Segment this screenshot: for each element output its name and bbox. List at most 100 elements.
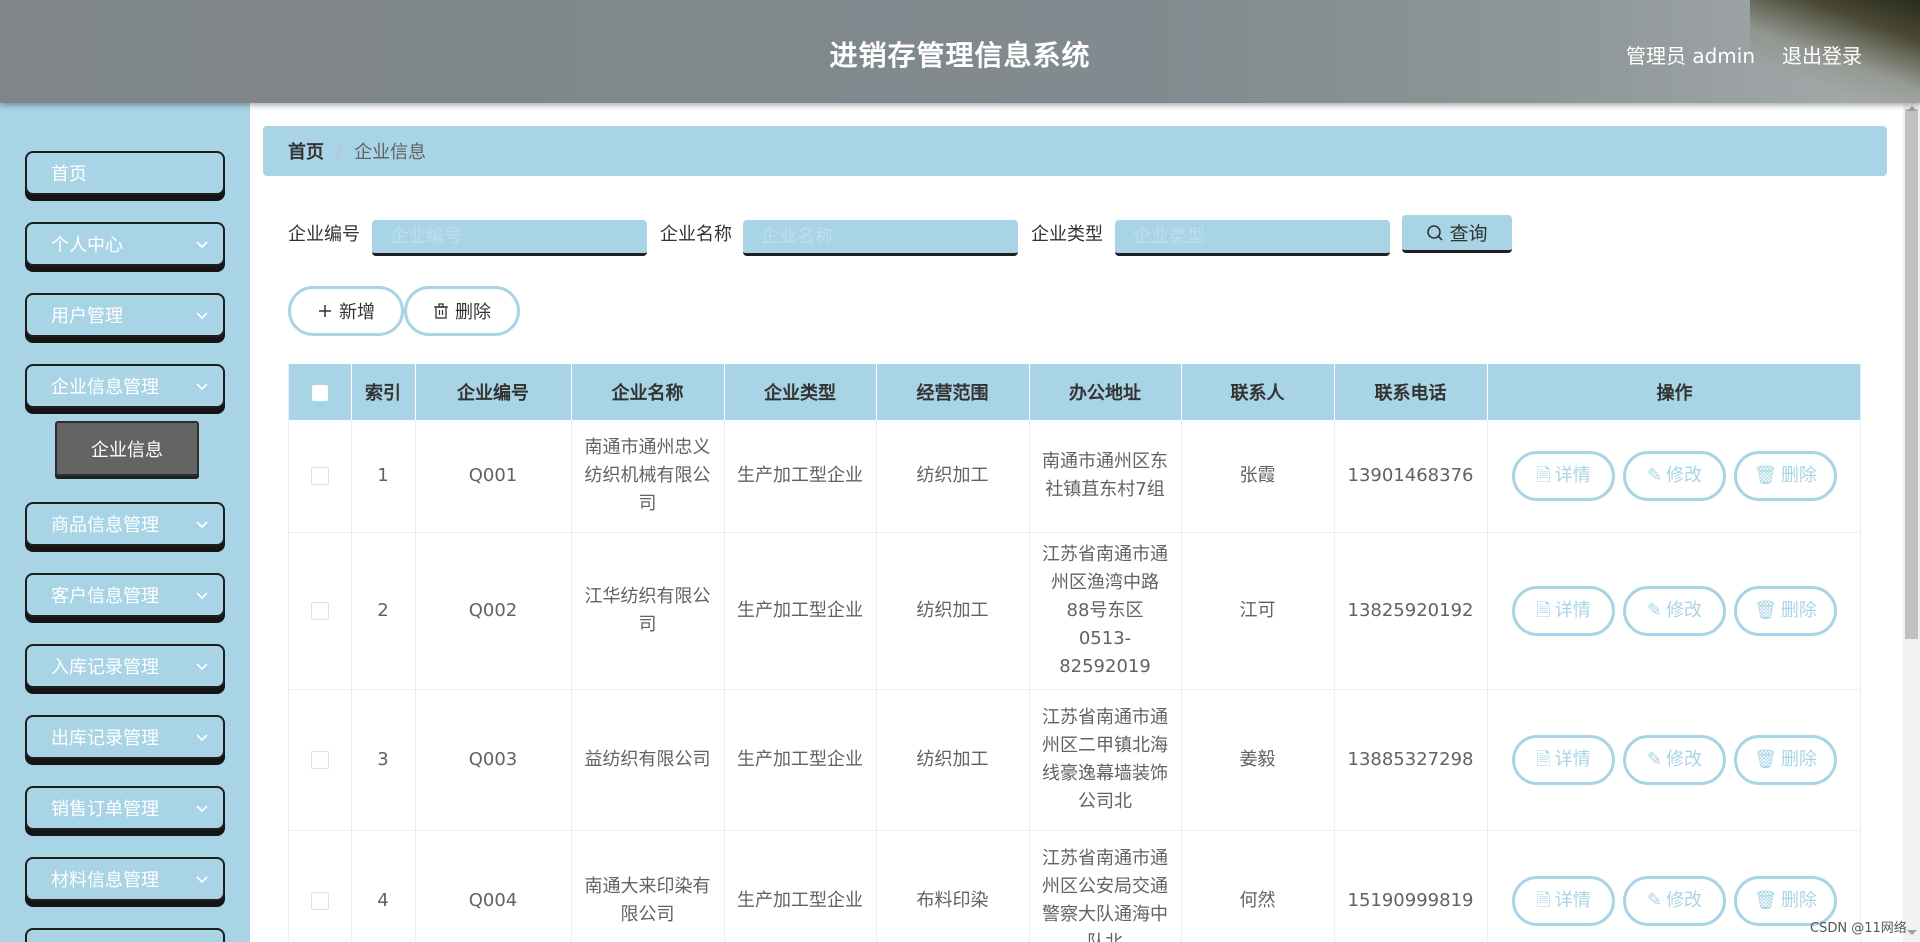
chevron-down-icon: [196, 521, 208, 529]
cell-phone: 13825920192: [1334, 532, 1488, 690]
breadcrumb-current: 企业信息: [354, 142, 427, 163]
sidebar-item-more[interactable]: [25, 928, 225, 942]
scrollbar-thumb[interactable]: [1905, 109, 1918, 639]
scroll-down-icon[interactable]: [1907, 930, 1917, 935]
row-checkbox[interactable]: [310, 601, 329, 620]
cell-index: 3: [351, 689, 416, 831]
cell-type: 生产加工型企业: [724, 532, 877, 690]
cell-name: 南通大来印染有限公司: [571, 830, 725, 942]
sidebar-item-customer-management[interactable]: 客户信息管理: [25, 573, 225, 617]
cell-scope: 纺织加工: [876, 689, 1030, 831]
detail-button[interactable]: 🗎 详情: [1512, 585, 1615, 636]
row-select-cell: [289, 830, 352, 942]
chevron-down-icon: [196, 592, 208, 600]
sidebar-item-label: 销售订单管理: [51, 799, 159, 820]
trash-icon: 🗑: [1754, 889, 1777, 911]
search-label-name: 企业名称: [660, 224, 732, 245]
chevron-down-icon: [196, 663, 208, 671]
trash-icon: 🗑: [1754, 464, 1777, 486]
detail-button-label: 详情: [1554, 889, 1591, 911]
table-row: 4 Q004 南通大来印染有限公司 生产加工型企业 布料印染 江苏省南通市通州区…: [289, 830, 1860, 942]
sidebar-item-label: 材料信息管理: [51, 870, 159, 891]
pencil-icon: ✎: [1646, 599, 1663, 621]
detail-button-label: 详情: [1554, 599, 1591, 621]
cell-operations: 🗎 详情 ✎ 修改 🗑 删除: [1487, 830, 1860, 942]
breadcrumb-home[interactable]: 首页: [288, 138, 324, 164]
sidebar-item-personal-center[interactable]: 个人中心: [25, 222, 225, 266]
cell-address: 南通市通州区东社镇苴东村7组: [1029, 420, 1182, 533]
logout-link[interactable]: 退出登录: [1782, 40, 1862, 69]
detail-button[interactable]: 🗎 详情: [1512, 450, 1615, 501]
enterprise-code-input[interactable]: [372, 220, 647, 256]
column-header: 操作: [1487, 364, 1860, 420]
add-button-label: 新增: [339, 302, 375, 323]
batch-delete-button[interactable]: 删除: [404, 286, 520, 336]
enterprise-type-input[interactable]: [1115, 220, 1390, 256]
sidebar-item-enterprise-management[interactable]: 企业信息管理: [25, 364, 225, 408]
cell-contact: 何然: [1181, 830, 1335, 942]
select-all-checkbox[interactable]: [311, 384, 328, 401]
detail-button[interactable]: 🗎 详情: [1512, 734, 1615, 785]
pencil-icon: ✎: [1646, 464, 1663, 486]
select-all-header[interactable]: [289, 364, 352, 420]
cell-address: 江苏省南通市通州区渔湾中路88号东区0513-82592019: [1029, 532, 1182, 690]
edit-button[interactable]: ✎ 修改: [1623, 585, 1726, 636]
chevron-down-icon: [196, 876, 208, 884]
sidebar-item-label: 企业信息管理: [51, 377, 159, 398]
detail-button-label: 详情: [1554, 748, 1591, 770]
enterprise-name-input[interactable]: [743, 220, 1018, 256]
delete-button[interactable]: 🗑 删除: [1734, 450, 1837, 501]
delete-button[interactable]: 🗑 删除: [1734, 734, 1837, 785]
table-row: 2 Q002 江华纺织有限公司 生产加工型企业 纺织加工 江苏省南通市通州区渔湾…: [289, 532, 1860, 690]
cell-type: 生产加工型企业: [724, 830, 877, 942]
watermark: CSDN @11网络: [1810, 921, 1907, 936]
delete-button[interactable]: 🗑 删除: [1734, 585, 1837, 636]
sidebar-item-label: 首页: [51, 164, 87, 185]
chevron-down-icon: [196, 241, 208, 249]
search-icon: [1427, 224, 1444, 241]
sidebar-item-product-management[interactable]: 商品信息管理: [25, 502, 225, 546]
detail-button[interactable]: 🗎 详情: [1512, 875, 1615, 926]
edit-button-label: 修改: [1666, 748, 1703, 770]
cell-operations: 🗎 详情 ✎ 修改 🗑 删除: [1487, 420, 1860, 533]
detail-button-label: 详情: [1554, 464, 1591, 486]
edit-button[interactable]: ✎ 修改: [1623, 875, 1726, 926]
delete-button-label: 删除: [1780, 889, 1817, 911]
cell-phone: 13901468376: [1334, 420, 1488, 533]
cell-phone: 13885327298: [1334, 689, 1488, 831]
row-checkbox[interactable]: [310, 891, 329, 910]
query-button[interactable]: 查询: [1402, 215, 1512, 253]
row-select-cell: [289, 532, 352, 690]
delete-button-label: 删除: [1780, 599, 1817, 621]
sidebar-item-home[interactable]: 首页: [25, 151, 225, 195]
row-checkbox[interactable]: [310, 466, 329, 485]
chevron-down-icon: [196, 383, 208, 391]
sidebar-item-inbound-management[interactable]: 入库记录管理: [25, 644, 225, 688]
sidebar-item-user-management[interactable]: 用户管理: [25, 293, 225, 337]
sidebar-item-material-management[interactable]: 材料信息管理: [25, 857, 225, 901]
breadcrumb-separator: /: [336, 140, 343, 162]
row-checkbox[interactable]: [310, 750, 329, 769]
column-header: 索引: [351, 364, 416, 420]
chevron-down-icon: [196, 805, 208, 813]
edit-button[interactable]: ✎ 修改: [1623, 450, 1726, 501]
sidebar-subitem-enterprise-info[interactable]: 企业信息: [55, 421, 199, 476]
edit-button[interactable]: ✎ 修改: [1623, 734, 1726, 785]
sidebar-item-label: 个人中心: [51, 235, 123, 256]
trash-icon: 🗑: [1754, 599, 1777, 621]
column-header: 联系电话: [1334, 364, 1488, 420]
document-icon: 🗎: [1536, 748, 1551, 770]
current-user: 管理员 admin: [1626, 44, 1756, 68]
scroll-up-icon[interactable]: [1907, 106, 1917, 111]
cell-phone: 15190999819: [1334, 830, 1488, 942]
edit-button-label: 修改: [1666, 464, 1703, 486]
sidebar-item-outbound-management[interactable]: 出库记录管理: [25, 715, 225, 759]
add-button[interactable]: 新增: [288, 286, 404, 336]
top-header: 进销存管理信息系统 管理员 admin 退出登录: [0, 0, 1920, 103]
cell-operations: 🗎 详情 ✎ 修改 🗑 删除: [1487, 689, 1860, 831]
cell-index: 2: [351, 532, 416, 690]
sidebar-item-sales-order-management[interactable]: 销售订单管理: [25, 786, 225, 830]
sidebar-item-label: 用户管理: [51, 306, 123, 327]
cell-scope: 布料印染: [876, 830, 1030, 942]
table-header-row: 索引 企业编号 企业名称 企业类型 经营范围 办公地址 联系人 联系电话 操作: [289, 364, 1860, 420]
